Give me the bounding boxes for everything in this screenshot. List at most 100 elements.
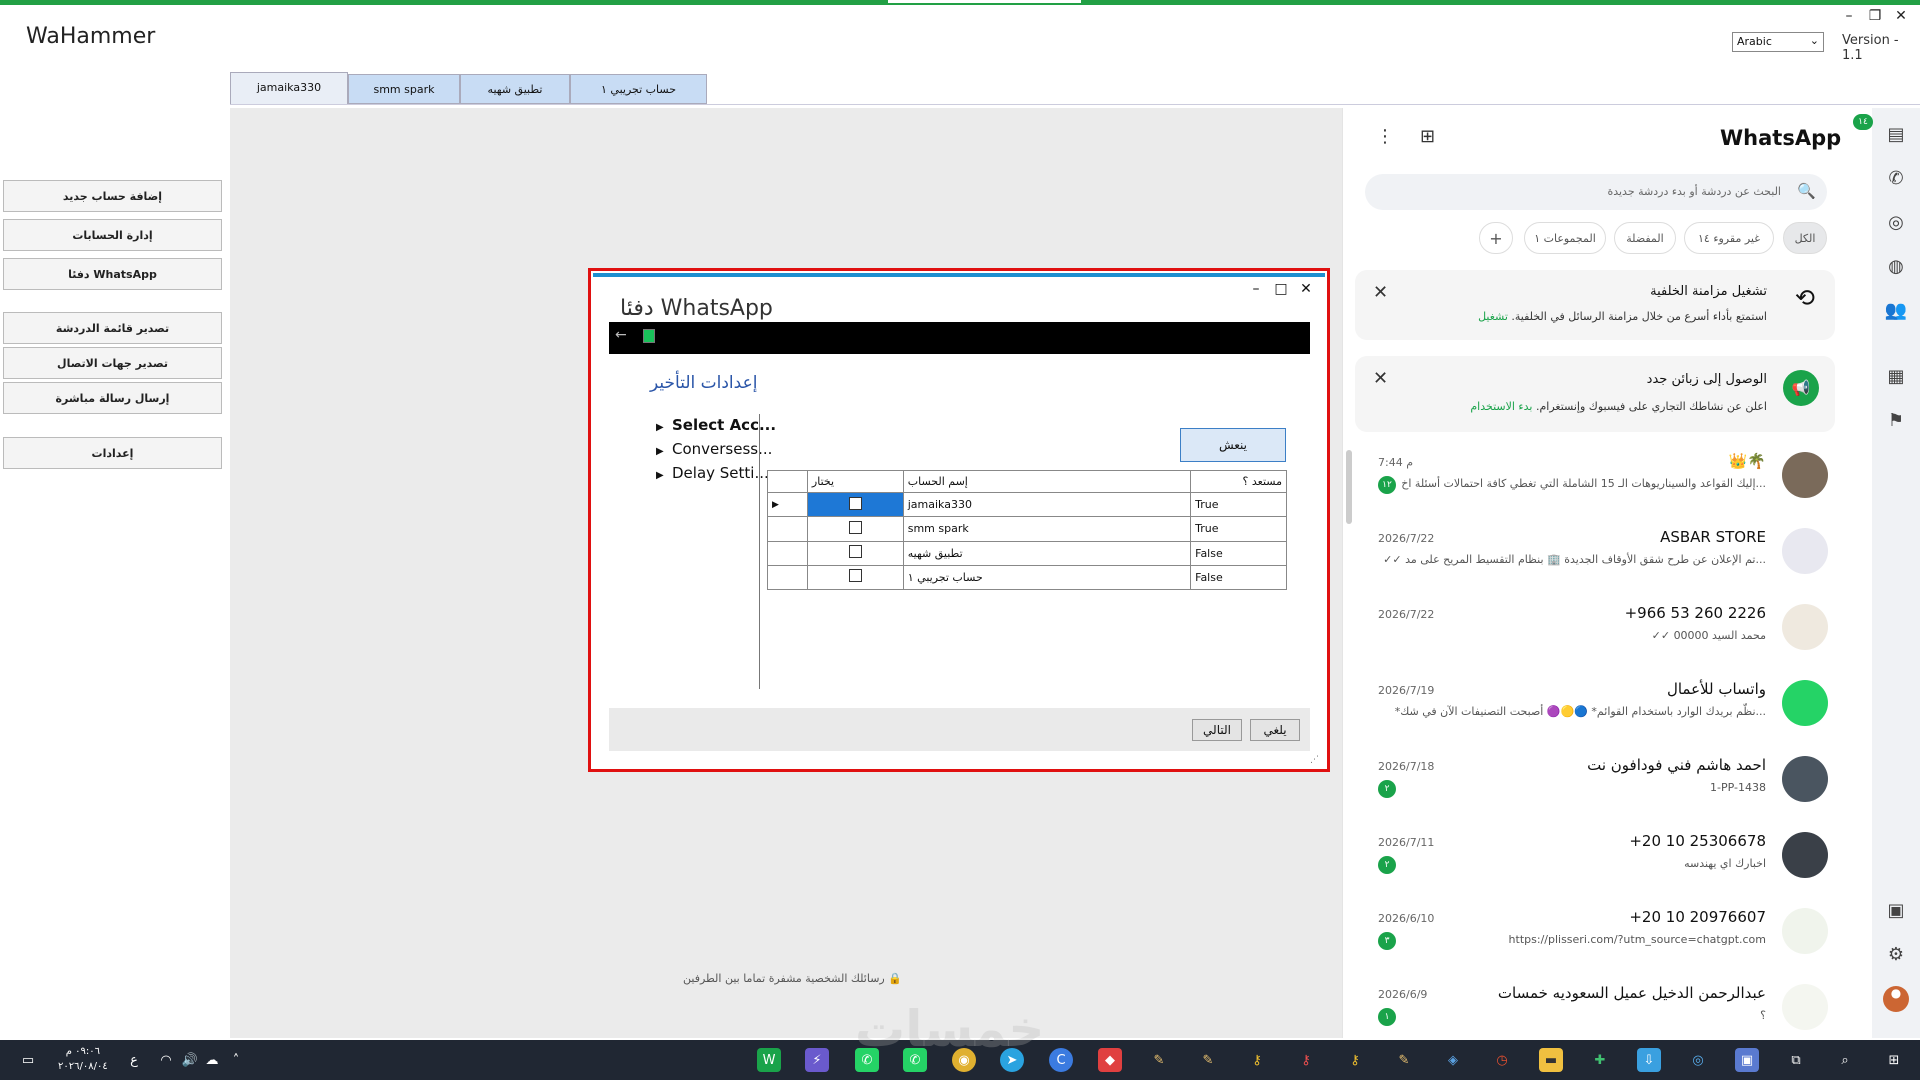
refresh-button[interactable]: ينعش	[1180, 428, 1286, 462]
chat-search-input[interactable]: البحث عن دردشة أو بدء دردشة جديدة	[1365, 174, 1827, 210]
export-chat-list-button[interactable]: تصدير قائمة الدردشة	[3, 312, 222, 344]
settings-button[interactable]: إعدادات	[3, 437, 222, 469]
sync-card-title: تشغيل مزامنة الخلفية	[1650, 284, 1767, 299]
chat-list-item[interactable]: واتساب للأعمال *نظّم بريدك الوارد باستخدا…	[1370, 680, 1828, 756]
close-icon[interactable]: ✕	[1892, 8, 1910, 24]
edge-icon[interactable]: ◎	[1686, 1048, 1710, 1072]
chat-list-item[interactable]: ASBAR STORE ✓✓ تم الإعلان عن طرح شقق الأو…	[1370, 528, 1828, 604]
manage-accounts-button[interactable]: إدارة الحسابات	[3, 219, 222, 251]
table-row[interactable]: حساب تجريبي ١ False	[767, 564, 1287, 591]
new-chat-icon[interactable]: ⊞	[1420, 126, 1435, 147]
row-checkbox[interactable]	[848, 520, 862, 534]
table-row[interactable]: تطبيق شهيه False	[767, 540, 1287, 566]
tab-account-3[interactable]: تطبيق شهيه	[460, 74, 570, 104]
volume-icon[interactable]: 🔊	[178, 1048, 202, 1072]
chat-list-item[interactable]: +20 10 25306678 اخبارك اي يهندسه 2026/7/11…	[1370, 832, 1828, 908]
dialog-accent-bar	[593, 273, 1325, 277]
file-explorer-icon[interactable]: ▬	[1539, 1048, 1563, 1072]
close-icon[interactable]: ✕	[1373, 368, 1388, 389]
app-c-icon[interactable]: C	[1049, 1048, 1073, 1072]
select-cell[interactable]	[806, 491, 904, 518]
table-row[interactable]: ▶ jamaika330 True	[767, 491, 1287, 518]
chats-icon[interactable]: ▤	[1883, 124, 1909, 150]
warmup-whatsapp-button[interactable]: دفئا WhatsApp	[3, 258, 222, 290]
tab-account-1[interactable]: jamaika330	[230, 72, 348, 104]
export-contacts-button[interactable]: تصدير جهات الاتصال	[3, 347, 222, 379]
wahammer-taskbar-icon[interactable]: W	[757, 1048, 781, 1072]
tab-account-4[interactable]: حساب تجريبي ١	[570, 74, 707, 104]
dialog-minimize-icon[interactable]: –	[1247, 281, 1265, 297]
business-tools-icon[interactable]: ▦	[1883, 366, 1909, 392]
profile-avatar[interactable]: ●	[1883, 986, 1909, 1012]
minimize-icon[interactable]: –	[1840, 8, 1858, 24]
tool-icon[interactable]: ✎	[1392, 1048, 1416, 1072]
new-customers-card-action[interactable]: بدء الاستخدام	[1470, 400, 1532, 413]
resize-grip-icon[interactable]: ⋰	[1310, 755, 1319, 765]
row-checkbox[interactable]	[848, 569, 862, 583]
next-button[interactable]: التالي	[1192, 719, 1242, 741]
windows-start-icon[interactable]: ⊞	[1882, 1048, 1906, 1072]
wifi-icon[interactable]: ◠	[154, 1048, 178, 1072]
download-icon[interactable]: ⇩	[1637, 1048, 1661, 1072]
chat-list-item[interactable]: 👑🌴 إليك القواعد والسيناريوهات الـ 15 الشا…	[1370, 452, 1828, 528]
section-title: إعدادات التأخير	[650, 373, 758, 393]
tool-icon[interactable]: ✎	[1196, 1048, 1220, 1072]
task-view-icon[interactable]: ⧉	[1784, 1048, 1808, 1072]
key-icon[interactable]: ⚷	[1245, 1048, 1269, 1072]
chat-list-item[interactable]: +20 10 20976607 https://plisseri.com/?utm…	[1370, 908, 1828, 984]
gear-icon[interactable]: ⚙	[1883, 944, 1909, 970]
notifications-icon[interactable]: ▭	[16, 1048, 40, 1072]
calls-icon[interactable]: ✆	[1883, 168, 1909, 194]
channels-icon[interactable]: ◍	[1883, 256, 1909, 282]
store-icon[interactable]: ▣	[1735, 1048, 1759, 1072]
row-checkbox[interactable]	[848, 545, 862, 559]
new-customers-card-body: اعلن عن نشاطك التجاري على فيسبوك وإنستغر…	[1535, 400, 1767, 413]
media-icon[interactable]: ▣	[1883, 900, 1909, 926]
dialog-close-icon[interactable]: ✕	[1297, 281, 1315, 297]
close-icon[interactable]: ✕	[1373, 282, 1388, 303]
keyboard-language[interactable]: ع	[122, 1048, 146, 1072]
row-checkbox[interactable]	[848, 496, 862, 510]
language-select[interactable]: Arabic ⌄	[1732, 32, 1824, 52]
select-cell[interactable]	[806, 540, 904, 566]
dialog-maximize-icon[interactable]: □	[1272, 281, 1290, 297]
tree-item-conversations[interactable]: ▶ Conversess...	[656, 440, 772, 458]
sync-card-action[interactable]: تشغيل	[1478, 310, 1508, 323]
tab-account-2[interactable]: smm spark	[348, 74, 460, 104]
clock-app-icon[interactable]: ◷	[1490, 1048, 1514, 1072]
catalog-icon[interactable]: ⚑	[1883, 410, 1909, 436]
status-icon[interactable]: ◎	[1883, 212, 1909, 238]
filter-chip-all[interactable]: الكل	[1783, 222, 1827, 254]
key-icon[interactable]: ⚷	[1343, 1048, 1367, 1072]
restore-icon[interactable]: ❐	[1866, 8, 1884, 24]
key-icon[interactable]: ⚷	[1294, 1048, 1318, 1072]
cloud-icon[interactable]: ☁	[200, 1048, 224, 1072]
select-cell[interactable]	[806, 516, 904, 542]
cancel-button[interactable]: يلغي	[1250, 719, 1300, 741]
search-icon: 🔍	[1797, 182, 1816, 200]
chevron-up-icon[interactable]: ˄	[224, 1048, 248, 1072]
more-menu-icon[interactable]: ⋮	[1376, 126, 1394, 147]
column-header-select: يختار	[806, 470, 904, 493]
app-grid-icon[interactable]: ✚	[1588, 1048, 1612, 1072]
chat-list-scrollbar[interactable]	[1346, 450, 1352, 524]
taskbar-clock[interactable]: ٠٩:٠٦ م ٢٠٢٦/٠٨/٠٤	[58, 1044, 108, 1074]
communities-icon[interactable]: 👥	[1883, 300, 1909, 326]
filter-chip-groups[interactable]: المجموعات ١	[1524, 222, 1606, 254]
chat-list-item[interactable]: احمد هاشم فني فودافون نت 1-PP-1438 2026/7/…	[1370, 756, 1828, 832]
filter-chip-unread[interactable]: غير مقروء ١٤	[1684, 222, 1774, 254]
search-icon[interactable]: ⌕	[1833, 1048, 1857, 1072]
app-taskbar-icon[interactable]: ⚡	[805, 1048, 829, 1072]
filter-chip-favorites[interactable]: المفضلة	[1614, 222, 1676, 254]
tree-item-delay-settings[interactable]: ▶ Delay Setti...	[656, 464, 769, 482]
table-row[interactable]: smm spark True	[767, 516, 1287, 542]
add-filter-icon[interactable]: +	[1479, 222, 1513, 254]
tool-icon[interactable]: ✎	[1147, 1048, 1171, 1072]
back-arrow-icon[interactable]: ←	[615, 327, 627, 343]
send-direct-message-button[interactable]: إرسال رسالة مباشرة	[3, 382, 222, 414]
vpn-icon[interactable]: ◈	[1441, 1048, 1465, 1072]
chat-list-item[interactable]: +966 53 260 2226 ✓✓ محمد السيد 00000 2026/…	[1370, 604, 1828, 680]
add-account-button[interactable]: إضافة حساب جديد	[3, 180, 222, 212]
select-cell[interactable]	[806, 564, 904, 591]
anydesk-icon[interactable]: ◆	[1098, 1048, 1122, 1072]
